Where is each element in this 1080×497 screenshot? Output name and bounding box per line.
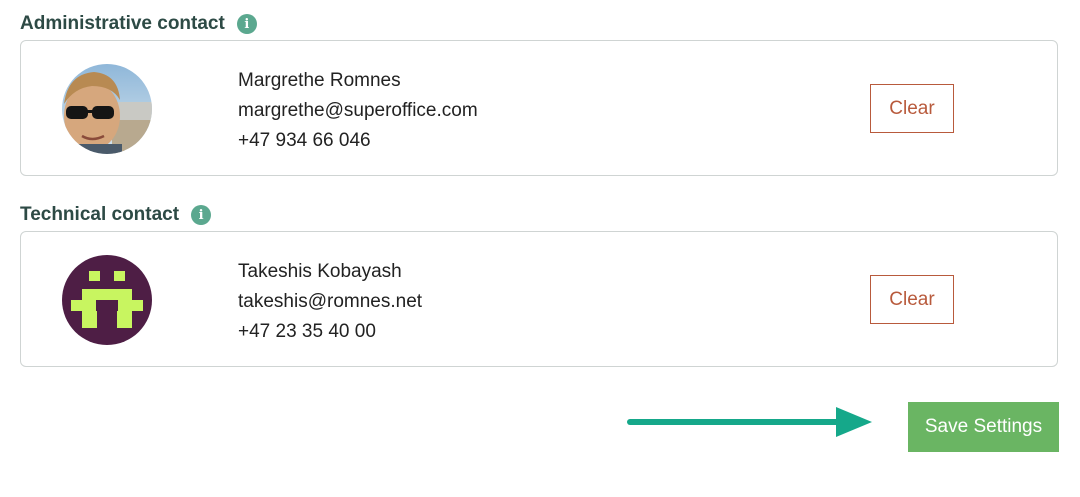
- technical-contact-name: Takeshis Kobayash: [238, 261, 402, 282]
- admin-clear-button[interactable]: Clear: [870, 84, 954, 133]
- pixel-avatar-icon: [62, 255, 152, 345]
- technical-contact-info: Takeshis Kobayash takeshis@romnes.net +4…: [238, 257, 422, 347]
- technical-clear-button[interactable]: Clear: [870, 275, 954, 324]
- photo-avatar-icon: [62, 64, 152, 154]
- technical-avatar: [62, 255, 152, 345]
- technical-contact-card: Takeshis Kobayash takeshis@romnes.net +4…: [20, 231, 1058, 367]
- arrow-right-icon: [627, 407, 872, 437]
- save-settings-button[interactable]: Save Settings: [908, 402, 1059, 452]
- admin-contact-name: Margrethe Romnes: [238, 70, 401, 91]
- technical-contact-phone: +47 23 35 40 00: [238, 321, 376, 342]
- admin-contact-heading: Administrative contact i: [20, 13, 257, 35]
- admin-contact-card: Margrethe Romnes margrethe@superoffice.c…: [20, 40, 1058, 176]
- admin-contact-title: Administrative contact: [20, 13, 225, 34]
- admin-contact-email: margrethe@superoffice.com: [238, 100, 478, 121]
- info-icon[interactable]: i: [191, 205, 212, 225]
- technical-contact-title: Technical contact: [20, 204, 180, 225]
- admin-avatar: [62, 64, 152, 154]
- technical-contact-heading: Technical contact i: [20, 204, 212, 226]
- admin-contact-info: Margrethe Romnes margrethe@superoffice.c…: [238, 66, 478, 156]
- admin-contact-phone: +47 934 66 046: [238, 130, 371, 151]
- info-icon[interactable]: i: [236, 14, 257, 34]
- technical-contact-email: takeshis@romnes.net: [238, 291, 423, 312]
